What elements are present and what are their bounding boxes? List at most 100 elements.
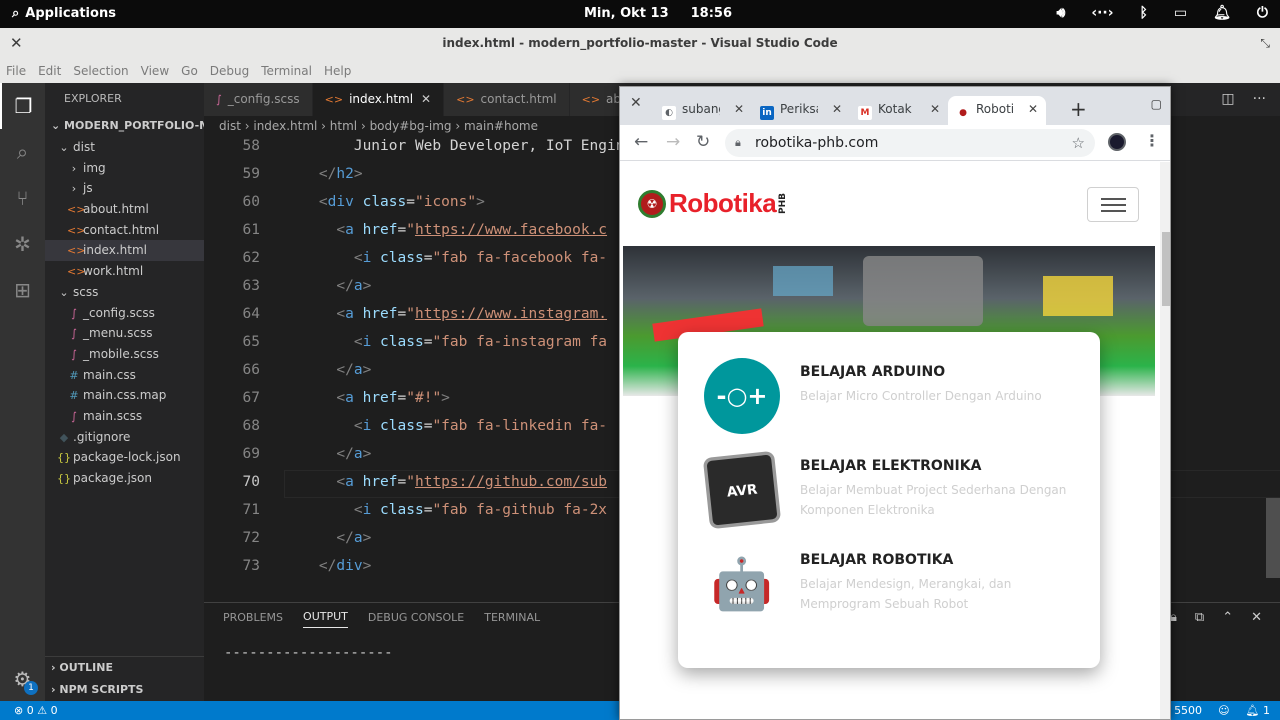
split-editor-icon[interactable]: ◫ [1221,91,1234,107]
file--mobile-scss[interactable]: ∫ _mobile.scss [45,344,204,365]
reload-icon[interactable]: ↻ [696,132,710,152]
code-line[interactable]: </a> [284,530,371,546]
course-title[interactable]: BELAJAR ELEKTRONIKA [800,458,981,474]
tab-contact-html[interactable]: <> contact.html [444,83,570,116]
npm-scripts-section[interactable]: › NPM SCRIPTS [45,679,204,701]
close-tab-icon[interactable]: ✕ [734,96,744,122]
browser-menu-icon[interactable]: ⋮ [1144,131,1160,150]
lock-icon[interactable]: 🔒︎ [1170,610,1177,625]
folder-scss[interactable]: ⌄ scss [45,282,204,303]
menu-item-selection[interactable]: Selection [73,64,128,78]
more-actions-icon[interactable]: ··· [1253,91,1266,107]
clear-output-icon[interactable]: ⧉ [1195,610,1204,625]
file-about-html[interactable]: <>about.html [45,199,204,220]
extensions-icon[interactable]: ⊞ [0,267,45,313]
course-title[interactable]: BELAJAR ARDUINO [800,364,945,380]
page-scrollbar[interactable] [1160,162,1170,719]
file-index-html[interactable]: <>index.html [45,240,204,262]
menu-item-file[interactable]: File [6,64,26,78]
panel-tab-output[interactable]: OUTPUT [303,610,348,628]
menu-item-edit[interactable]: Edit [38,64,61,78]
code-line[interactable]: <a href="#!"> [284,390,450,406]
code-line[interactable]: <i class="fab fa-github fa-2x [284,502,607,518]
explorer-root[interactable]: ⌄ MODERN_PORTFOLIO-M... [45,115,204,137]
file--menu-scss[interactable]: ∫ _menu.scss [45,323,204,344]
breadcrumb-item[interactable]: index.html [253,119,317,133]
code-line[interactable]: <i class="fab fa-linkedin fa- [284,418,607,434]
tab--config-scss[interactable]: ∫ _config.scss [204,83,313,116]
code-line[interactable]: </h2> [284,166,363,182]
feedback-icon[interactable]: ☺ [1218,701,1229,720]
file--gitignore[interactable]: ◆ .gitignore [45,427,204,448]
power-icon[interactable]: ⏻ [1257,5,1268,21]
code-line[interactable]: <i class="fab fa-facebook fa- [284,250,607,266]
debug-icon[interactable]: ✲ [0,221,45,267]
nav-toggle-button[interactable] [1087,187,1139,222]
clock[interactable]: Min, Okt 13 18:56 [584,6,732,21]
code-line[interactable]: </div> [284,558,371,574]
extension-icon[interactable] [1108,133,1126,151]
file-package-json[interactable]: {} package.json [45,468,204,489]
lock-icon[interactable]: 🔒︎ [735,129,741,157]
forward-icon[interactable]: → [666,132,680,152]
restore-window-icon[interactable]: ▢ [1151,97,1162,111]
code-line[interactable]: </a> [284,278,371,294]
port-status[interactable]: : 5500 [1167,701,1202,720]
code-line[interactable]: <a href="https://github.com/sub [284,474,607,490]
panel-tab-debug-console[interactable]: DEBUG CONSOLE [368,611,464,624]
tab-index-html[interactable]: <> index.html ✕ [312,83,445,116]
file-work-html[interactable]: <>work.html [45,261,204,282]
code-line[interactable]: <i class="fab fa-instagram fa [284,334,607,350]
address-bar[interactable]: 🔒︎ robotika-phb.com ☆ [725,129,1095,157]
code-line[interactable]: <a href="https://www.instagram. [284,306,607,322]
notification-bell-icon[interactable]: 🔔︎ [1213,5,1231,21]
breadcrumb-item[interactable]: html [330,119,357,133]
breadcrumb-item[interactable]: body#bg-img [370,119,452,133]
browser-tab-subang[interactable]: ◐ subang ✕ [654,96,752,125]
explorer-icon[interactable]: ❐ [0,83,45,129]
breadcrumb-item[interactable]: main#home [464,119,538,133]
volume-icon[interactable]: 🔊︎ [1056,5,1065,21]
code-line[interactable]: Junior Web Developer, IoT Engin [284,138,625,154]
close-tab-icon[interactable]: ✕ [421,92,431,106]
close-tab-icon[interactable]: ✕ [832,96,842,122]
new-tab-button[interactable]: + [1070,97,1087,121]
folder-img[interactable]: › img [45,158,204,179]
notification-status[interactable]: 🔔︎ 1 [1246,701,1270,720]
source-control-icon[interactable]: ⑂ [0,175,45,221]
network-icon[interactable]: ‹··› [1091,5,1113,21]
bluetooth-icon[interactable]: ᛒ [1140,5,1148,21]
close-tab-icon[interactable]: ✕ [1028,96,1038,122]
browser-tab-robotik[interactable]: ● Robotik ✕ [948,96,1046,125]
file-main-css-map[interactable]: # main.css.map [45,385,204,406]
editor-scrollbar[interactable] [1266,498,1280,578]
battery-icon[interactable]: ▭ [1174,5,1187,21]
outline-section[interactable]: › OUTLINE [45,657,204,679]
file-main-css[interactable]: # main.css [45,365,204,386]
close-tab-icon[interactable]: ✕ [930,96,940,122]
search-icon[interactable]: ⌕ [0,129,45,175]
site-logo[interactable]: ☢ Robotika PHB [638,188,788,219]
panel-tab-terminal[interactable]: TERMINAL [484,611,540,624]
bookmark-star-icon[interactable]: ☆ [1072,129,1085,157]
menu-item-view[interactable]: View [141,64,169,78]
file-package-lock-json[interactable]: {} package-lock.json [45,447,204,468]
code-line[interactable]: </a> [284,446,371,462]
menu-item-terminal[interactable]: Terminal [261,64,312,78]
menu-item-go[interactable]: Go [181,64,198,78]
settings-gear-icon[interactable]: ⚙ 1 [0,667,45,695]
breadcrumb-item[interactable]: dist [219,119,241,133]
folder-dist[interactable]: ⌄ dist [45,137,204,158]
file-contact-html[interactable]: <>contact.html [45,220,204,241]
folder-js[interactable]: › js [45,178,204,199]
maximize-panel-icon[interactable]: ⌃ [1222,610,1233,625]
browser-tab-kotak-m[interactable]: M Kotak M ✕ [850,96,948,125]
code-line[interactable]: <a href="https://www.facebook.c [284,222,607,238]
file-main-scss[interactable]: ∫ main.scss [45,406,204,427]
course-title[interactable]: BELAJAR ROBOTIKA [800,552,953,568]
code-line[interactable]: </a> [284,362,371,378]
code-line[interactable]: <div class="icons"> [284,194,485,210]
close-window-icon[interactable]: ✕ [10,28,23,58]
menu-item-help[interactable]: Help [324,64,351,78]
resize-icon[interactable]: ⤡ [1260,28,1270,58]
